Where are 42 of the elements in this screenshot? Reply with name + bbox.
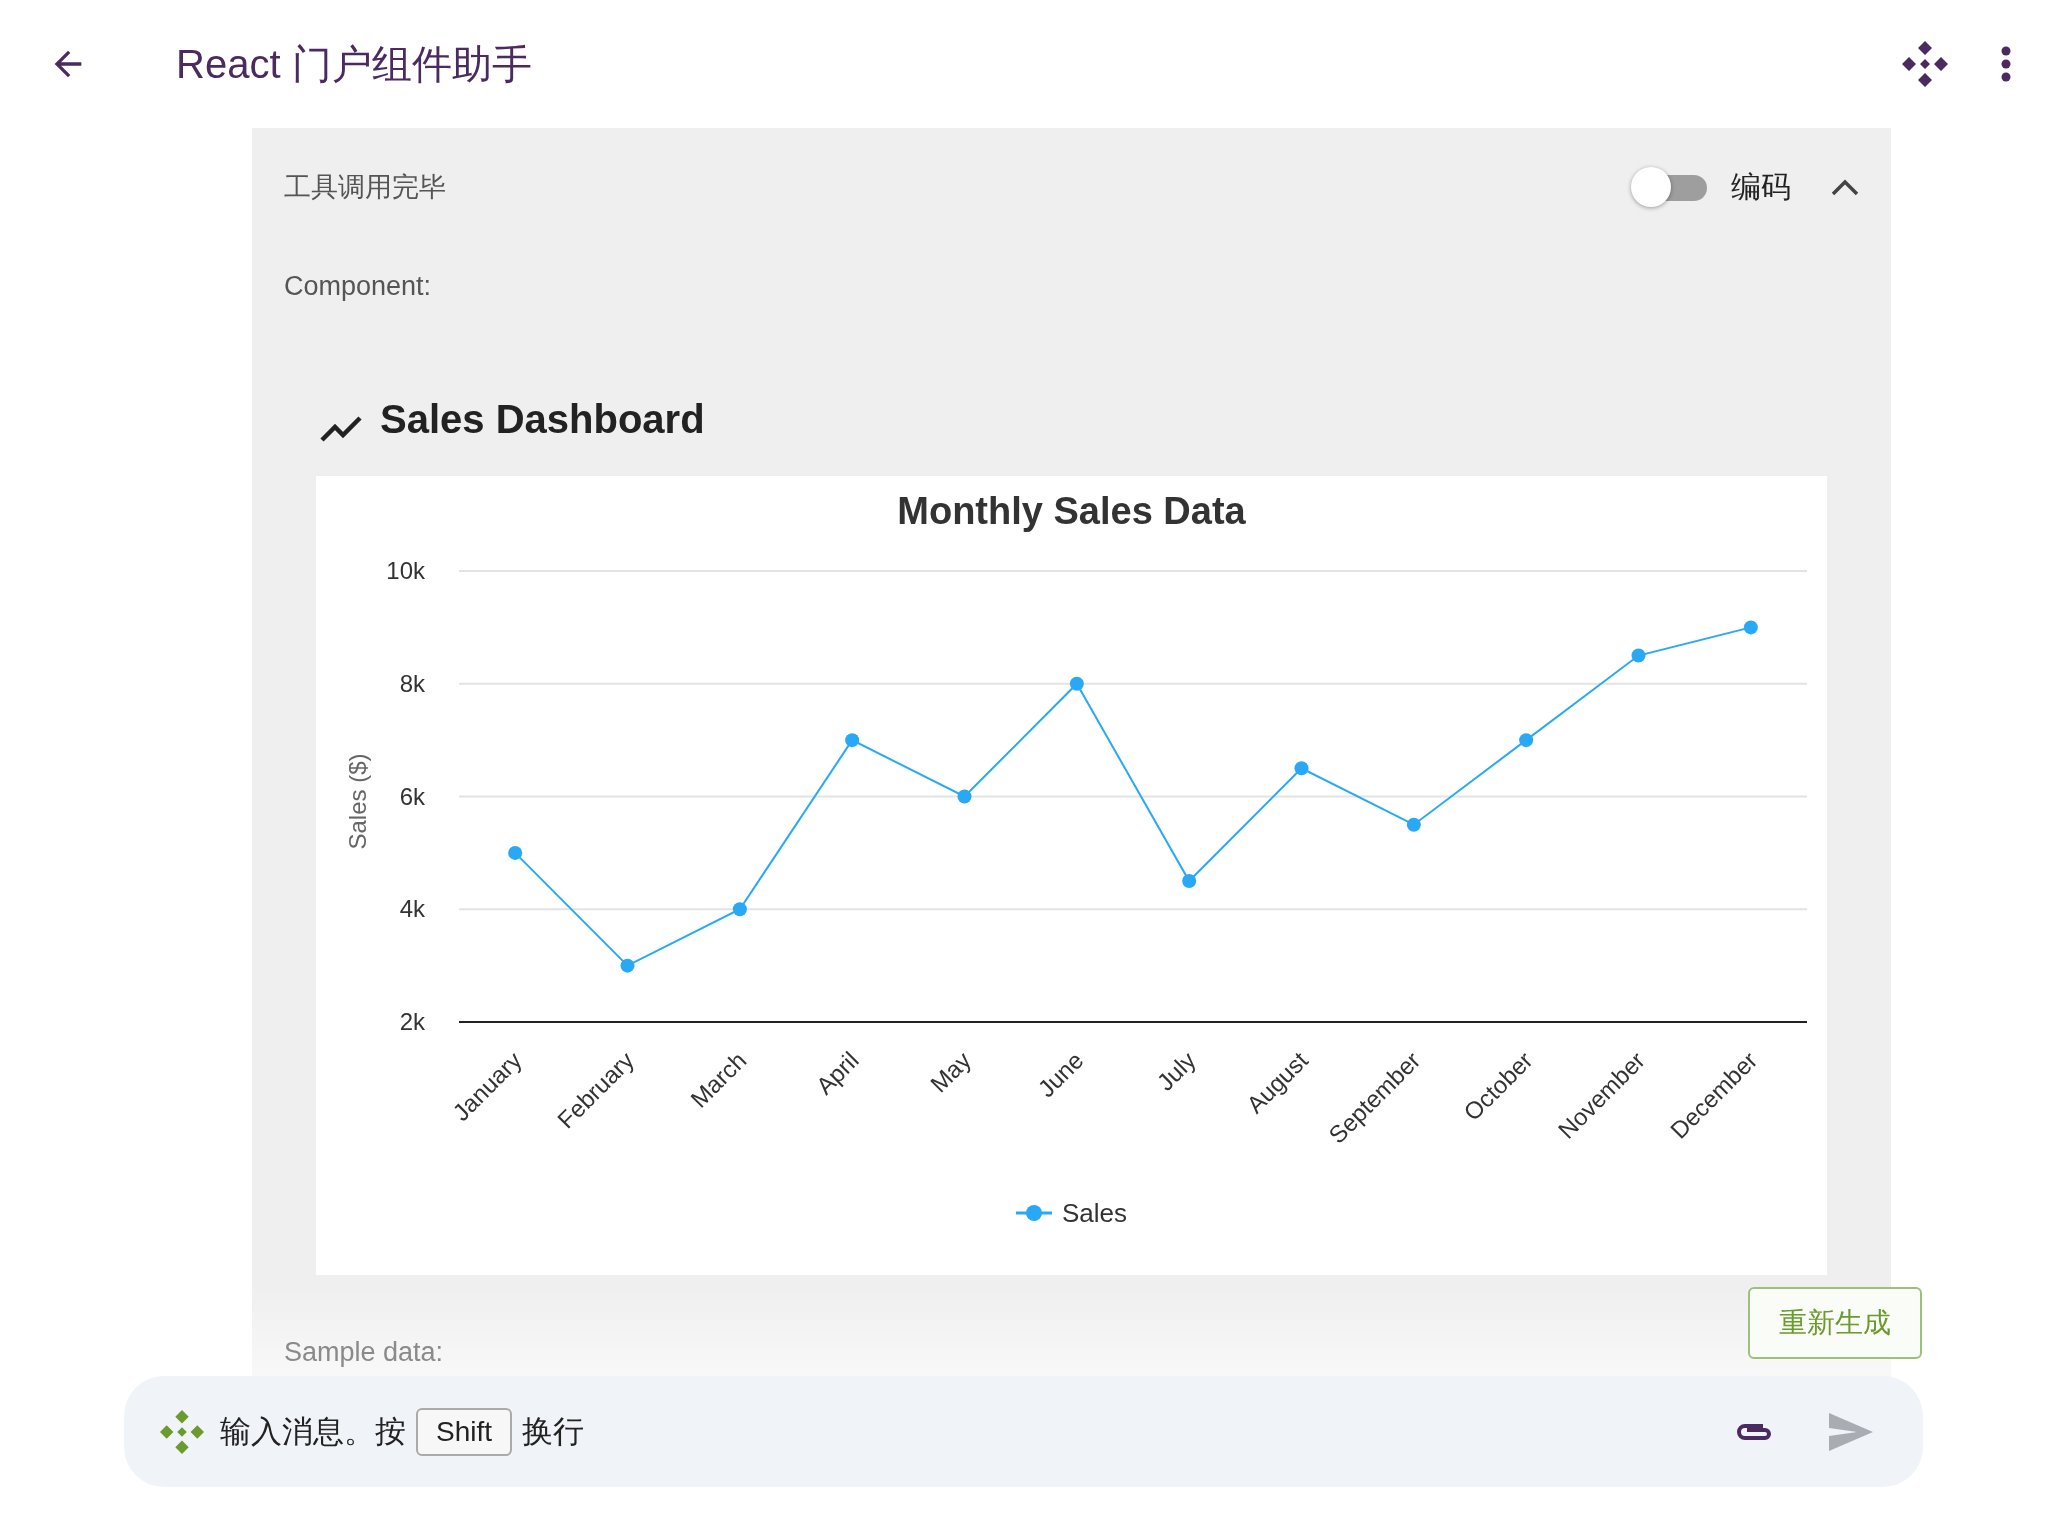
x-tick-label: May [924, 1046, 977, 1098]
code-toggle[interactable] [1631, 167, 1707, 207]
data-point [1294, 761, 1309, 776]
component-label: Component: [284, 270, 432, 302]
data-point [1406, 817, 1421, 832]
more-vertical-icon [2000, 46, 2012, 82]
data-point [508, 845, 523, 860]
input-placeholder: 换行 [522, 1412, 585, 1451]
data-point [1069, 676, 1084, 691]
dashboard-title: Sales Dashboard [380, 397, 705, 442]
toggle-label: 编码 [1731, 168, 1791, 205]
y-axis-label: Sales ($) [344, 753, 371, 850]
data-point [845, 733, 860, 748]
legend-marker-icon [1016, 1205, 1052, 1221]
input-placeholder: 输入消息。按 [220, 1412, 406, 1451]
data-point [957, 789, 972, 804]
y-tick-label: 4k [399, 895, 425, 923]
data-point [732, 902, 747, 917]
chevron-icon [1831, 178, 1859, 196]
legend-label: Sales [1062, 1198, 1128, 1228]
more-menu-button[interactable] [2000, 46, 2012, 82]
shift-key: Shift [416, 1407, 513, 1456]
data-point [620, 958, 635, 973]
chart-title: Monthly Sales Data [897, 490, 1246, 532]
y-tick-label: 2k [399, 1008, 425, 1035]
diamond-logo-icon [1902, 41, 1948, 87]
x-tick-label: July [1151, 1046, 1201, 1096]
collapse-button[interactable] [1831, 178, 1859, 196]
sample-data-text: Sample data: [284, 1337, 445, 1368]
send-icon [1829, 1412, 1873, 1451]
data-point [1631, 648, 1646, 663]
y-tick-label: 6k [399, 782, 425, 810]
app-title: React 门户组件助手 [176, 40, 533, 88]
status-text: 工具调用完毕 [284, 171, 447, 204]
diamond-logo-icon [160, 1409, 204, 1454]
y-tick-label: 10k [386, 557, 425, 584]
data-point [1182, 874, 1197, 889]
message-input-field[interactable]: 输入消息。按 Shift 换行 [124, 1376, 1923, 1487]
trending-line-icon [320, 416, 362, 442]
y-tick-label: 8k [399, 669, 425, 697]
data-point [1743, 620, 1758, 635]
data-point [1519, 733, 1534, 748]
